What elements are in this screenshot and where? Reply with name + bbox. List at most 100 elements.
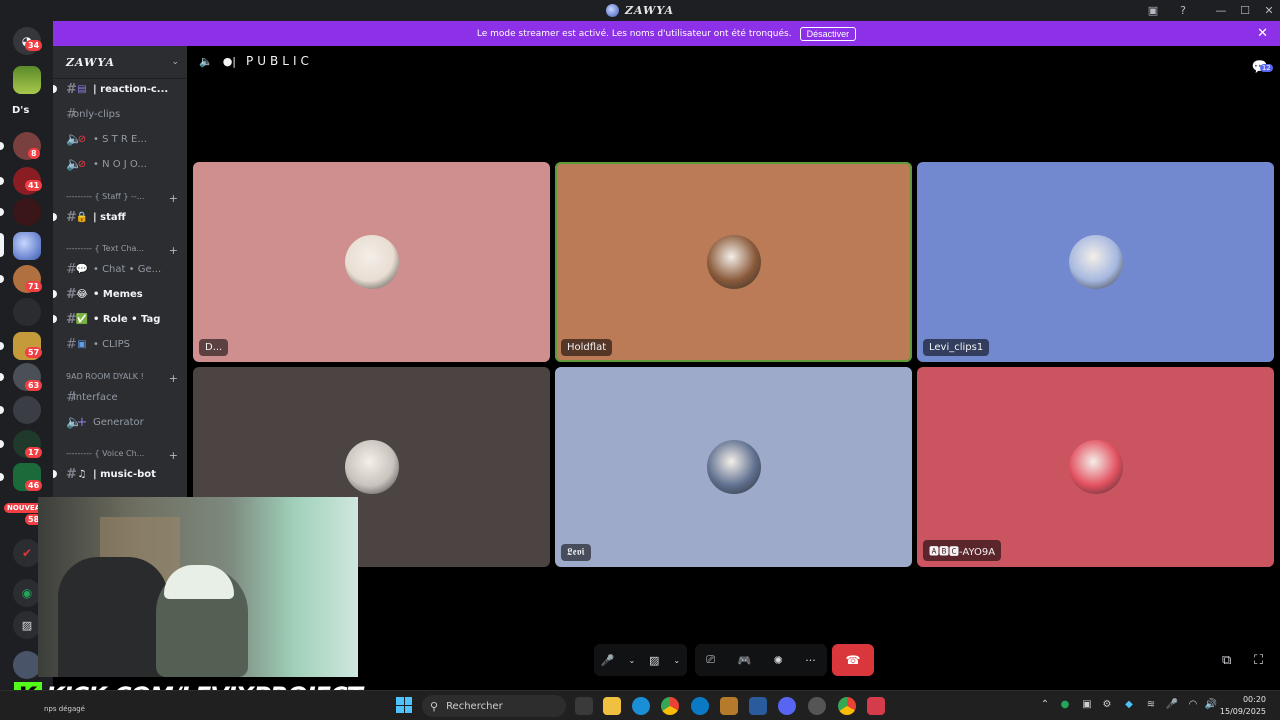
help-icon[interactable]: ? (1171, 0, 1195, 21)
voice-channel-no-joke[interactable]: 🔈 ⊘ • N O J O... (53, 152, 187, 176)
channel-name: • S T R E... (93, 133, 147, 145)
participant-tile[interactable]: Levi_clips1 (917, 162, 1274, 362)
tray-app-icon[interactable]: ● (1058, 699, 1072, 710)
gamepad-icon[interactable]: 🎮 (737, 654, 751, 667)
lock-icon: 🔒 (75, 211, 89, 223)
file-explorer-icon[interactable] (603, 697, 621, 715)
participant-tile[interactable]: D... (193, 162, 550, 362)
chevron-down-icon[interactable]: ⌄ (673, 656, 680, 665)
chevron-up-icon[interactable]: ⌃ (1038, 699, 1052, 710)
call-header: 🔈 ●| PUBLIC (199, 54, 313, 68)
add-channel-icon[interactable]: + (169, 449, 178, 462)
add-channel-icon[interactable]: + (169, 192, 178, 205)
add-channel-icon[interactable]: + (169, 244, 178, 257)
tray-app-icon[interactable]: ◆ (1122, 699, 1136, 710)
webcam-cap (164, 565, 234, 599)
participant-tile[interactable]: 𝕷𝖊𝖛𝖎 (555, 367, 912, 567)
server-zawya-icon[interactable] (13, 232, 41, 260)
soundboard-icon[interactable]: ✺ (774, 654, 783, 667)
microphone-icon[interactable]: 🎤 (1165, 699, 1179, 710)
fullscreen-icon[interactable]: ⛶ (1254, 653, 1263, 668)
app-icon[interactable] (691, 697, 709, 715)
popout-icon[interactable]: ⧉ (1222, 653, 1231, 668)
server-badge: 8 (28, 148, 40, 159)
server-icon[interactable]: ▨ (13, 611, 41, 639)
chevron-down-icon[interactable]: ⌄ (628, 656, 635, 665)
channel-reaction[interactable]: # ▤ | reaction-c... (53, 77, 187, 101)
music-note-icon: ♫ (77, 468, 87, 480)
app-icon[interactable] (720, 697, 738, 715)
channel-clips[interactable]: # ▣ • CLIPS (53, 332, 187, 356)
taskbar-search[interactable]: ⚲ Rechercher (422, 695, 566, 717)
server-logo-icon (605, 4, 619, 17)
chrome-icon[interactable] (661, 697, 679, 715)
participant-avatar (1068, 440, 1123, 494)
window-title-text: ZAWYA (624, 4, 675, 17)
channel-staff[interactable]: # 🔒 | staff (53, 205, 187, 229)
network-icon[interactable]: ≋ (1144, 699, 1158, 710)
dm-folder-label[interactable]: D's (12, 105, 29, 116)
server-icon[interactable] (13, 198, 41, 226)
inbox-icon[interactable]: ▣ (1141, 0, 1165, 21)
add-channel-icon[interactable]: + (169, 372, 178, 385)
chat-bubble-icon: ●| (222, 54, 237, 68)
windows-start-icon[interactable] (396, 697, 412, 713)
more-icon[interactable]: ··· (805, 654, 816, 667)
hashtag-icon: # (66, 336, 77, 352)
activity-button[interactable]: 💬 12 (1252, 56, 1273, 75)
task-view-icon[interactable] (575, 697, 593, 715)
guild-header[interactable]: ZAWYA ⌄ (53, 46, 187, 79)
server-icon[interactable]: ◉ (13, 579, 41, 607)
hashtag-icon: # (66, 106, 77, 122)
no-entry-icon: ⊘ (77, 158, 87, 170)
close-window-button[interactable]: ✕ (1257, 0, 1280, 21)
volume-icon[interactable]: 🔊 (1204, 699, 1218, 710)
chrome-icon[interactable] (838, 697, 856, 715)
channel-memes[interactable]: # 😂 • Memes (53, 282, 187, 306)
maximize-button[interactable]: ☐ (1233, 0, 1257, 21)
clock-date: 15/09/2025 (1219, 707, 1266, 716)
server-icon[interactable] (13, 298, 41, 326)
app-icon[interactable] (867, 697, 885, 715)
streamer-mode-text: Le mode streamer est activé. Les noms d'… (476, 28, 792, 39)
participant-tile[interactable]: Holdflat (555, 162, 912, 362)
channel-chat[interactable]: # 💬 • Chat • Ge... (53, 257, 187, 281)
participant-name: Levi_clips1 (923, 339, 990, 356)
app-icon[interactable] (749, 697, 767, 715)
server-hunters-icon[interactable] (13, 66, 41, 94)
voice-channel-generator[interactable]: 🔈 + Generator (53, 410, 187, 434)
participant-tile[interactable]: 🅰🅱🅲-AYO9A (917, 367, 1274, 567)
category-voice[interactable]: --------- { Voice Ch... + (66, 449, 178, 462)
server-icon[interactable] (13, 396, 41, 424)
discord-taskbar-icon[interactable] (778, 697, 796, 715)
category-text[interactable]: --------- { Text Cha... + (66, 244, 178, 257)
channel-interface[interactable]: # interface (53, 385, 187, 409)
taskbar-clock[interactable]: 00:20 15/09/2025 (1220, 694, 1266, 718)
screenshare-icon[interactable]: ⎚ (706, 653, 715, 667)
camera-off-icon[interactable]: ▨ (649, 654, 659, 667)
category-name: --------- { Voice Ch... (66, 449, 145, 458)
tray-app-icon[interactable]: ▣ (1080, 699, 1094, 710)
server-icon[interactable]: ✔ (13, 539, 41, 567)
participant-avatar (1068, 235, 1123, 289)
channel-only-clips[interactable]: # only-clips (53, 102, 187, 126)
minimize-button[interactable]: — (1209, 0, 1233, 21)
disable-streamer-mode-button[interactable]: Désactiver (799, 26, 857, 41)
voice-channel-streamer[interactable]: 🔈 ⊘ • S T R E... (53, 127, 187, 151)
wifi-icon[interactable]: ◠ (1186, 699, 1200, 710)
server-badge: 41 (25, 180, 43, 191)
close-icon[interactable]: ✕ (1257, 26, 1268, 41)
participant-avatar (344, 235, 399, 289)
edge-icon[interactable] (632, 697, 650, 715)
microphone-icon[interactable]: 🎤 (601, 654, 615, 667)
channel-role-tag[interactable]: # ✅ • Role • Tag (53, 307, 187, 331)
plus-icon: + (76, 414, 88, 430)
tray-app-icon[interactable]: ⚙ (1100, 699, 1114, 710)
category-room[interactable]: 9AD ROOM DYALK ! + (66, 372, 178, 385)
user-avatar[interactable] (13, 651, 41, 679)
channel-music-bot[interactable]: # ♫ | music-bot (53, 462, 187, 486)
app-icon[interactable] (808, 697, 826, 715)
streamer-mode-banner: Le mode streamer est activé. Les noms d'… (53, 21, 1280, 46)
category-staff[interactable]: --------- { Staff } --... + (66, 192, 178, 205)
disconnect-button[interactable]: ☎ (832, 644, 874, 676)
